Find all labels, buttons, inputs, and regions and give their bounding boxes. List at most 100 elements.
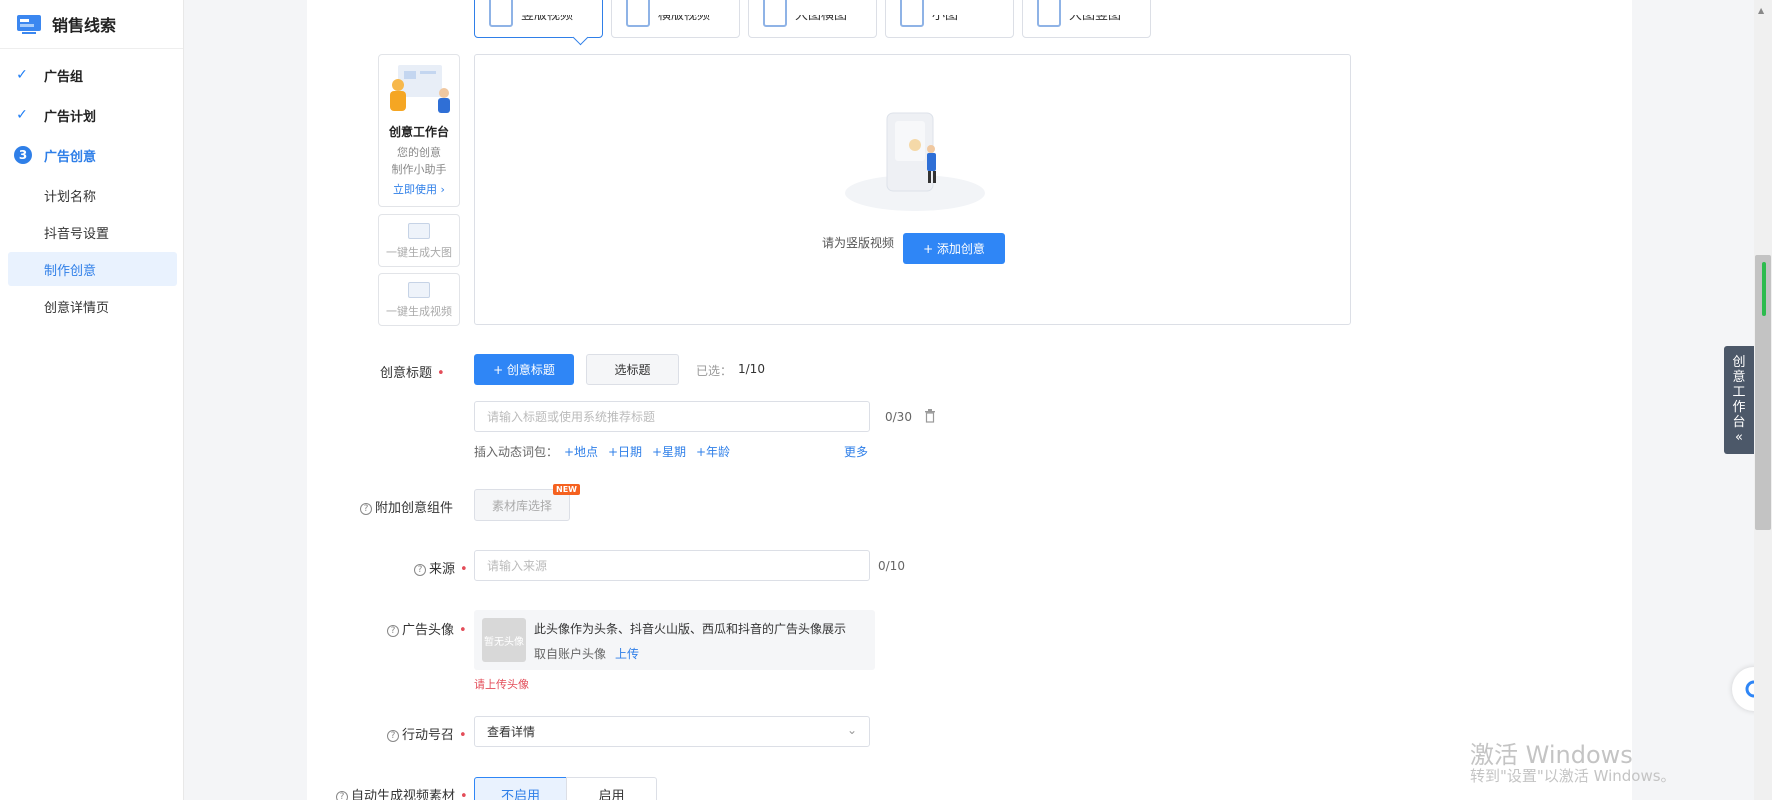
component-label: ? 附加创意组件 — [360, 497, 453, 516]
title-input[interactable]: 请输入标题或使用系统推荐标题 — [474, 401, 870, 432]
sidebar-item-douyin-settings[interactable]: 抖音号设置 — [8, 215, 177, 249]
tab-small-image[interactable]: 小图 — [885, 0, 1014, 38]
required-mark: • — [437, 366, 445, 381]
auto-video-label: ? 自动生成视频素材 • — [336, 785, 468, 800]
upload-avatar-link[interactable]: 上传 — [615, 645, 639, 662]
video-icon — [408, 282, 430, 298]
check-icon: ✓ — [16, 67, 28, 83]
field-label: 来源 — [429, 562, 456, 577]
tab-label: 横版视频 — [658, 15, 711, 23]
horizontal-video-icon — [626, 0, 650, 27]
add-creative-button[interactable]: + 添加创意 — [903, 233, 1005, 264]
avatar-label: ? 广告头像 • — [387, 619, 467, 638]
field-label: 自动生成视频素材 — [351, 789, 456, 800]
source-char-counter: 0/10 — [878, 559, 905, 573]
help-icon[interactable]: ? — [336, 791, 348, 800]
generate-image-button[interactable]: 一键生成大图 — [378, 214, 460, 267]
cta-label: ? 行动号召 • — [387, 724, 467, 743]
word-location[interactable]: +地点 — [564, 443, 598, 460]
image-icon — [763, 0, 787, 27]
avatar-desc: 此头像作为头条、抖音火山版、西瓜和抖音的广告头像展示 — [534, 622, 847, 636]
tab-label: 大图竖图 — [1069, 15, 1122, 23]
format-tabs: 竖版视频 横版视频 大图横图 小图 大图竖图 — [474, 0, 1159, 38]
auto-video-disable-option[interactable]: 不启用 — [474, 777, 567, 800]
title-char-counter: 0/30 — [885, 410, 912, 424]
source-input-placeholder: 请输入来源 — [487, 559, 548, 573]
help-icon[interactable]: ? — [387, 625, 399, 637]
help-icon[interactable]: ? — [387, 730, 399, 742]
tab-horizontal-video[interactable]: 横版视频 — [611, 0, 740, 38]
select-title-button[interactable]: 选标题 — [586, 354, 679, 385]
field-label: 行动号召 — [402, 728, 455, 743]
new-badge: NEW — [553, 484, 580, 495]
generate-video-button[interactable]: 一键生成视频 — [378, 273, 460, 326]
step-label: 广告计划 — [44, 109, 97, 125]
field-label: 附加创意组件 — [375, 501, 454, 516]
generate-video-label: 一键生成视频 — [386, 305, 452, 318]
tab-label: 大图横图 — [795, 15, 848, 23]
avatar-error: 请上传头像 — [474, 678, 529, 691]
workbench-desc: 制作小助手 — [391, 163, 447, 176]
title-input-placeholder: 请输入标题或使用系统推荐标题 — [487, 410, 656, 424]
image-icon — [408, 223, 430, 239]
selected-count: 1/10 — [738, 362, 765, 376]
source-label: ? 来源 • — [414, 558, 468, 577]
empty-state-illustration — [845, 112, 985, 211]
word-date[interactable]: +日期 — [608, 443, 642, 460]
help-icon[interactable]: ? — [414, 564, 426, 576]
required-mark: • — [459, 728, 467, 743]
workbench-use-link[interactable]: 立即使用 › — [379, 181, 459, 197]
auto-video-enable-option[interactable]: 启用 — [566, 777, 657, 800]
creative-workbench-float[interactable]: 创意工作台 « — [1724, 346, 1754, 454]
word-age[interactable]: +年龄 — [696, 443, 730, 460]
generate-image-label: 一键生成大图 — [386, 246, 452, 259]
cta-select-value: 查看详情 — [487, 725, 536, 739]
check-icon: ✓ — [16, 107, 28, 123]
step-label: 广告组 — [44, 69, 84, 85]
required-mark: • — [459, 623, 467, 638]
sidebar-header: 销售线索 — [0, 0, 183, 49]
required-mark: • — [460, 562, 468, 577]
cta-select[interactable]: 查看详情 ⌄ — [474, 716, 870, 747]
workbench-illustration — [390, 65, 450, 113]
sidebar: 销售线索 ✓ 广告组 ✓ 广告计划 3 广告创意 计划名称 抖音号设置 制作创意… — [0, 0, 184, 800]
trash-icon[interactable] — [924, 409, 936, 423]
field-label: 创意标题 — [380, 366, 433, 381]
source-input[interactable]: 请输入来源 — [474, 550, 870, 581]
sidebar-item-creative-detail[interactable]: 创意详情页 — [8, 289, 177, 323]
scroll-up-icon[interactable]: ▲ — [1758, 6, 1764, 15]
dropzone-hint: 请为竖版视频 — [822, 236, 895, 250]
sidebar-item-make-creative[interactable]: 制作创意 — [8, 252, 177, 286]
required-mark: • — [460, 789, 468, 800]
workbench-desc: 您的创意 — [397, 146, 441, 159]
step-ad-plan[interactable]: ✓ 广告计划 — [0, 95, 183, 135]
step-ad-group[interactable]: ✓ 广告组 — [0, 55, 183, 95]
creative-title-label: 创意标题 • — [380, 362, 445, 381]
create-title-button[interactable]: + 创意标题 — [474, 354, 574, 385]
avatar-source-text: 取自账户头像 — [534, 647, 607, 661]
selected-label: 已选： — [696, 364, 733, 378]
word-weekday[interactable]: +星期 — [652, 443, 686, 460]
vertical-video-icon — [489, 0, 513, 27]
field-label: 广告头像 — [402, 623, 455, 638]
tab-large-vertical-image[interactable]: 大图竖图 — [1022, 0, 1151, 38]
workbench-title: 创意工作台 — [388, 125, 449, 139]
avatar-box: 暂无头像 此头像作为头条、抖音火山版、西瓜和抖音的广告头像展示 取自账户头像 上… — [474, 610, 875, 670]
image-icon — [900, 0, 924, 27]
scroll-indicator — [1762, 262, 1766, 316]
more-words-link[interactable]: 更多 — [844, 443, 868, 460]
sidebar-item-plan-name[interactable]: 计划名称 — [8, 178, 177, 212]
step-ad-creative[interactable]: 3 广告创意 — [0, 135, 183, 175]
creative-workbench-card[interactable]: 创意工作台 您的创意 制作小助手 立即使用 › — [378, 54, 460, 207]
tab-label: 小图 — [932, 15, 959, 23]
step-label: 广告创意 — [44, 149, 97, 165]
step-number-badge: 3 — [14, 146, 32, 164]
tab-vertical-video[interactable]: 竖版视频 — [474, 0, 603, 38]
tab-label: 竖版视频 — [521, 15, 574, 23]
avatar: 暂无头像 — [482, 618, 526, 662]
help-icon[interactable]: ? — [360, 503, 372, 515]
image-icon — [1037, 0, 1061, 27]
tab-large-horizontal-image[interactable]: 大图横图 — [748, 0, 877, 38]
creative-dropzone[interactable]: 请为竖版视频 + 添加创意 — [474, 54, 1351, 325]
chevron-down-icon: ⌄ — [846, 723, 857, 737]
